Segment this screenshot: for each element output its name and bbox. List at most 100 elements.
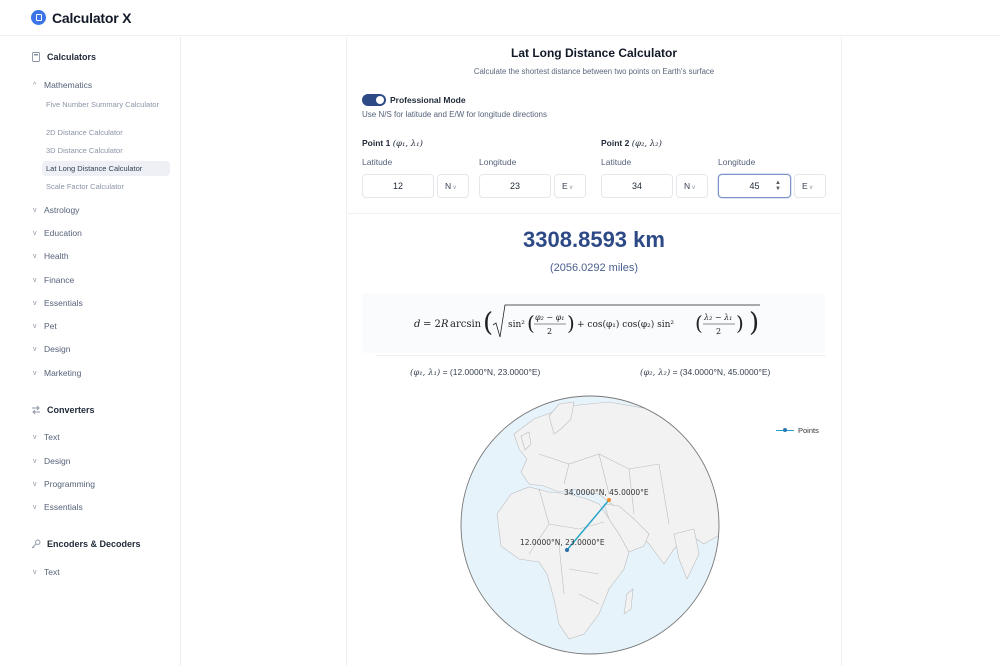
point2-heading: Point 2 (φ₂, λ₂) (601, 138, 662, 149)
point2-latitude-label: Latitude (601, 157, 632, 167)
sidebar-category-design[interactable]: v Design (33, 344, 70, 354)
svg-text:2: 2 (716, 327, 721, 336)
sidebar-category-converter-essentials[interactable]: v Essentials (33, 502, 83, 512)
svg-text:(: ( (527, 311, 535, 335)
chevron-down-icon: v (33, 276, 37, 284)
chevron-down-icon: v (569, 185, 573, 191)
svg-text:): ) (567, 311, 575, 335)
sidebar-category-astrology[interactable]: v Astrology (33, 205, 79, 215)
result-miles: (2056.0292 miles) (549, 262, 639, 274)
page-subtitle: Calculate the shortest distance between … (473, 67, 715, 76)
sidebar-section-converters: Converters (31, 405, 95, 415)
chevron-up-icon: ^ (33, 81, 37, 89)
sidebar-category-education[interactable]: v Education (33, 228, 82, 238)
haversine-formula: d = 2 R arcsin ( sin² ( φ₂ − φ₁ 2 ) + co… (362, 293, 825, 353)
svg-text:φ₂ − φ₁: φ₂ − φ₁ (535, 313, 564, 322)
chevron-down-icon: v (33, 568, 37, 576)
point1-longitude-label: Longitude (479, 157, 517, 167)
professional-mode-label: Professional Mode (390, 95, 466, 105)
section-divider (346, 213, 842, 214)
sidebar-item-3d-distance[interactable]: 3D Distance Calculator (42, 146, 170, 156)
chevron-down-icon: v (33, 503, 37, 511)
point2-longitude-label: Longitude (718, 157, 756, 167)
chevron-down-icon: v (692, 185, 696, 191)
point1-latitude-direction-select[interactable]: Nv (437, 174, 469, 198)
legend-line-icon (776, 428, 794, 432)
svg-text:R: R (440, 319, 449, 330)
svg-text:+ cos(φ₁) cos(φ₂) sin²: + cos(φ₁) cos(φ₂) sin² (577, 319, 674, 330)
sidebar-category-mathematics[interactable]: ^ Mathematics (33, 80, 92, 90)
point2-map-label: 34.0000°N, 45.0000°E (564, 488, 649, 497)
sidebar-category-marketing[interactable]: v Marketing (33, 368, 81, 378)
point2-marker (607, 498, 611, 502)
key-icon (31, 539, 41, 549)
calculator-panel: Lat Long Distance Calculator Calculate t… (346, 37, 842, 666)
point2-latitude-input[interactable]: 34 (601, 174, 673, 198)
svg-text:(: ( (483, 308, 493, 338)
sidebar-item-lat-long-distance[interactable]: Lat Long Distance Calculator (42, 161, 170, 176)
sidebar-item-scale-factor[interactable]: Scale Factor Calculator (42, 182, 170, 192)
point2-latitude-direction-select[interactable]: Nv (676, 174, 708, 198)
sidebar-category-essentials[interactable]: v Essentials (33, 298, 83, 308)
chevron-down-icon: v (33, 206, 37, 214)
svg-text:sin²: sin² (508, 320, 525, 330)
svg-text:): ) (736, 311, 744, 335)
point1-latitude-input[interactable]: 12 (362, 174, 434, 198)
sidebar-item-five-number-summary[interactable]: Five Number Summary Calculator (42, 100, 170, 110)
svg-text:arcsin: arcsin (450, 319, 482, 330)
sidebar-category-finance[interactable]: v Finance (33, 275, 74, 285)
chevron-down-icon: v (33, 480, 37, 488)
svg-text:2: 2 (547, 327, 552, 336)
point1-longitude-input[interactable]: 23 (479, 174, 551, 198)
arrows-swap-icon (31, 405, 41, 415)
calculator-icon (31, 52, 41, 62)
chevron-down-icon: v (33, 299, 37, 307)
chevron-down-icon: v (809, 185, 813, 191)
globe-map[interactable]: 34.0000°N, 45.0000°E 12.0000°N, 23.0000°… (459, 394, 721, 656)
sidebar-section-calculators: Calculators (31, 52, 96, 62)
point2-longitude-input[interactable]: 45 ▲ ▼ (718, 174, 791, 198)
point1-heading: Point 1 (φ₁, λ₁) (362, 138, 423, 149)
app-title[interactable]: Calculator X (52, 10, 131, 26)
sidebar-category-pet[interactable]: v Pet (33, 321, 57, 331)
chevron-down-icon: v (33, 229, 37, 237)
point2-longitude-direction-select[interactable]: Ev (794, 174, 826, 198)
point1-longitude-direction-select[interactable]: Ev (554, 174, 586, 198)
sidebar: Calculators ^ Mathematics Five Number Su… (0, 37, 181, 666)
sidebar-category-text[interactable]: v Text (33, 432, 60, 442)
formula-box: d = 2 R arcsin ( sin² ( φ₂ − φ₁ 2 ) + co… (362, 293, 825, 353)
point2-coordinates: (φ₂, λ₂) = (34.0000°N, 45.0000°E) (640, 367, 771, 378)
svg-text:λ₂ − λ₁: λ₂ − λ₁ (703, 313, 732, 322)
point1-map-label: 12.0000°N, 23.0000°E (520, 538, 605, 547)
calculator-icon (31, 10, 46, 25)
formula-render: d = 2 R arcsin ( sin² ( φ₂ − φ₁ 2 ) + co… (414, 304, 760, 338)
chevron-down-icon: v (33, 433, 37, 441)
svg-text:(: ( (695, 311, 703, 335)
point1-latitude-label: Latitude (362, 157, 393, 167)
svg-text:= 2: = 2 (423, 319, 441, 330)
chevron-down-icon: v (33, 322, 37, 330)
formula-divider (376, 355, 826, 356)
point1-coordinates: (φ₁, λ₁) = (12.0000°N, 23.0000°E) (410, 367, 541, 378)
chevron-down-icon: v (33, 457, 37, 465)
page-title: Lat Long Distance Calculator (510, 46, 678, 60)
point1-marker (565, 548, 569, 552)
direction-hint: Use N/S for latitude and E/W for longitu… (362, 110, 547, 119)
sidebar-item-2d-distance[interactable]: 2D Distance Calculator (42, 128, 170, 138)
professional-mode-toggle[interactable] (362, 94, 386, 106)
spinner-icon[interactable]: ▲ ▼ (775, 180, 781, 192)
sidebar-category-programming[interactable]: v Programming (33, 479, 95, 489)
chevron-down-icon: v (33, 345, 37, 353)
chevron-down-icon: v (33, 369, 37, 377)
chevron-down-icon: v (453, 185, 457, 191)
result-km: 3308.8593 km (523, 227, 665, 252)
svg-text:): ) (749, 308, 759, 338)
sidebar-section-encoders-decoders: Encoders & Decoders (31, 539, 141, 549)
sidebar-category-encoder-text[interactable]: v Text (33, 567, 60, 577)
chevron-down-icon: v (33, 252, 37, 260)
top-bar: Calculator X (0, 0, 1000, 36)
sidebar-category-health[interactable]: v Health (33, 251, 69, 261)
sidebar-category-converter-design[interactable]: v Design (33, 456, 70, 466)
map-legend: Points (776, 426, 819, 435)
svg-text:d: d (414, 319, 420, 330)
